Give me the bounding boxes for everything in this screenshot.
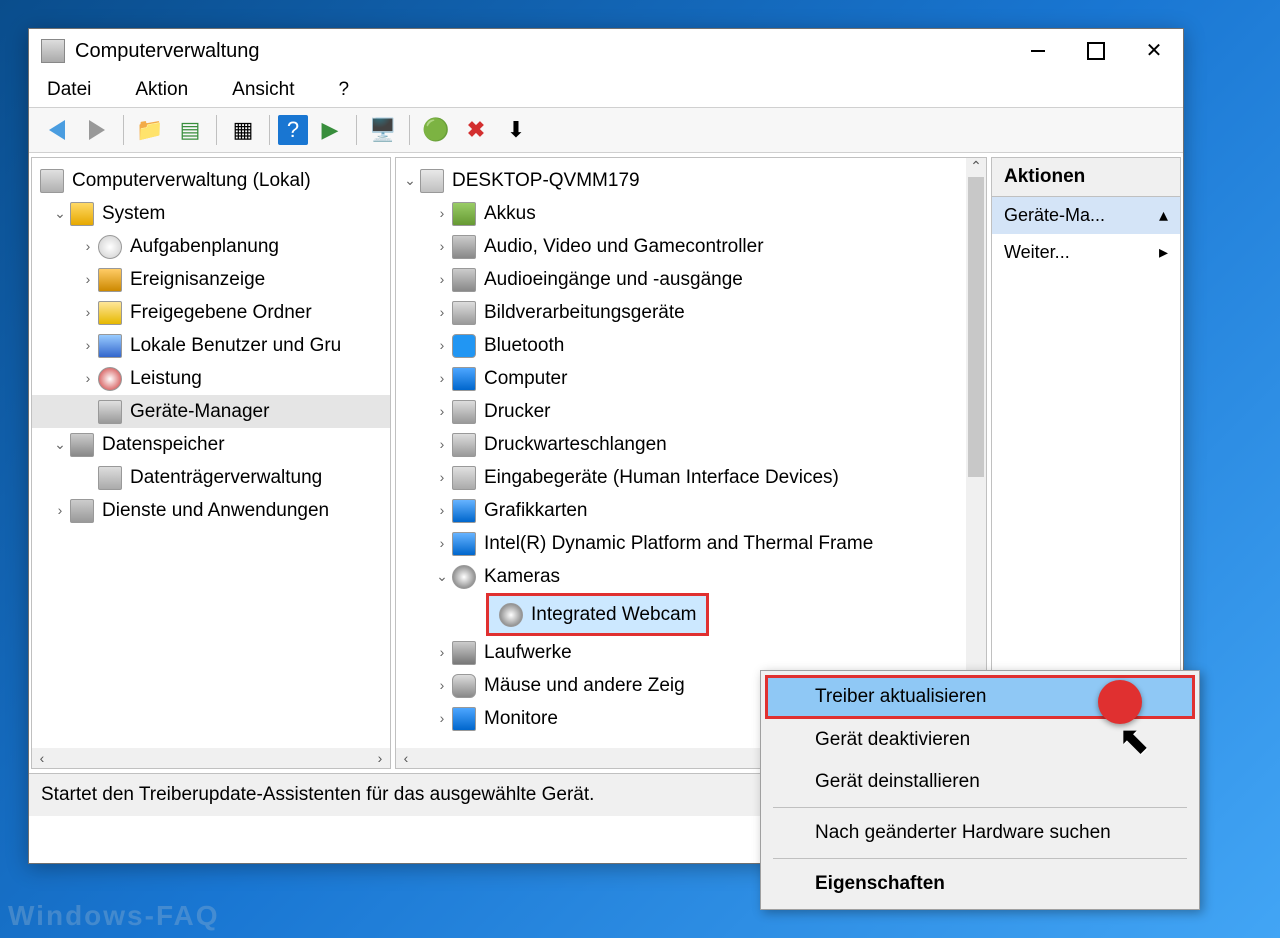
arrow-right-icon: ▸ <box>1159 242 1168 263</box>
dev-imaging[interactable]: ›Bildverarbeitungsgeräte <box>396 296 964 329</box>
pc-icon <box>420 169 444 193</box>
dev-root[interactable]: ⌄DESKTOP-QVMM179 <box>396 164 964 197</box>
back-button[interactable] <box>39 112 75 148</box>
action-more[interactable]: Weiter...▸ <box>992 234 1180 271</box>
close-button[interactable]: ✕ <box>1125 31 1183 71</box>
minimize-button[interactable] <box>1009 31 1067 71</box>
properties-button[interactable]: ▦ <box>225 112 261 148</box>
tools-icon <box>70 202 94 226</box>
action-button[interactable]: ▶ <box>312 112 348 148</box>
cursor-icon: ⬉ <box>1118 718 1150 763</box>
dev-drives[interactable]: ›Laufwerke <box>396 636 964 669</box>
tree-storage[interactable]: ⌄Datenspeicher <box>32 428 390 461</box>
battery-icon <box>452 202 476 226</box>
ctx-scan-hardware[interactable]: Nach geänderter Hardware suchen <box>765 812 1195 854</box>
tree-performance[interactable]: ›Leistung <box>32 362 390 395</box>
dev-computer[interactable]: ›Computer <box>396 362 964 395</box>
up-button[interactable]: 📁 <box>132 112 168 148</box>
watermark: Windows-FAQ <box>8 900 220 932</box>
chip-icon <box>452 532 476 556</box>
tree-eventviewer[interactable]: ›Ereignisanzeige <box>32 263 390 296</box>
dev-bluetooth[interactable]: ›Bluetooth <box>396 329 964 362</box>
computer-icon <box>40 169 64 193</box>
ctx-uninstall-device[interactable]: Gerät deinstallieren <box>765 761 1195 803</box>
tree-diskmgmt[interactable]: Datenträgerverwaltung <box>32 461 390 494</box>
print-queue-icon <box>452 433 476 457</box>
tree-root[interactable]: Computerverwaltung (Lokal) <box>32 164 390 197</box>
folder-icon <box>98 301 122 325</box>
help-button[interactable]: ? <box>278 115 308 145</box>
tree-shared[interactable]: ›Freigegebene Ordner <box>32 296 390 329</box>
menu-action[interactable]: Aktion <box>127 75 196 105</box>
ctx-separator <box>773 807 1187 808</box>
hid-icon <box>452 466 476 490</box>
tree-services[interactable]: ›Dienste und Anwendungen <box>32 494 390 527</box>
dev-webcam[interactable]: Integrated Webcam <box>396 593 964 636</box>
imaging-icon <box>452 301 476 325</box>
arrow-right-icon <box>89 120 105 140</box>
speaker-icon <box>452 235 476 259</box>
tree-users[interactable]: ›Lokale Benutzer und Gru <box>32 329 390 362</box>
mouse-icon <box>452 674 476 698</box>
printer-icon <box>452 400 476 424</box>
dev-intel[interactable]: ›Intel(R) Dynamic Platform and Thermal F… <box>396 527 964 560</box>
app-icon <box>41 39 65 63</box>
tree-device-manager[interactable]: Geräte-Manager <box>32 395 390 428</box>
dev-hid[interactable]: ›Eingabegeräte (Human Interface Devices) <box>396 461 964 494</box>
console-tree-pane: Computerverwaltung (Lokal) ⌄System ›Aufg… <box>31 157 391 769</box>
collapse-icon: ▴ <box>1159 205 1168 226</box>
update-button[interactable]: ⬇ <box>498 112 534 148</box>
monitor-icon <box>452 367 476 391</box>
scan-button[interactable]: 🖥️ <box>365 112 401 148</box>
menu-view[interactable]: Ansicht <box>224 75 302 105</box>
maximize-button[interactable] <box>1067 31 1125 71</box>
window-title: Computerverwaltung <box>75 40 1009 63</box>
device-manager-icon <box>98 400 122 424</box>
drive-icon <box>452 641 476 665</box>
clock-icon <box>98 235 122 259</box>
tree-system[interactable]: ⌄System <box>32 197 390 230</box>
arrow-left-icon <box>49 120 65 140</box>
disk-icon <box>98 466 122 490</box>
users-icon <box>98 334 122 358</box>
ctx-properties[interactable]: Eigenschaften <box>765 863 1195 905</box>
dev-cameras[interactable]: ⌄Kameras <box>396 560 964 593</box>
tree-scheduler[interactable]: ›Aufgabenplanung <box>32 230 390 263</box>
performance-icon <box>98 367 122 391</box>
toolbar: 📁 ▤ ▦ ? ▶ 🖥️ 🟢 ✖ ⬇ <box>29 107 1183 153</box>
bluetooth-icon <box>452 334 476 358</box>
dev-printqueue[interactable]: ›Druckwarteschlangen <box>396 428 964 461</box>
enable-button[interactable]: 🟢 <box>418 112 454 148</box>
show-hide-button[interactable]: ▤ <box>172 112 208 148</box>
ctx-separator <box>773 858 1187 859</box>
dev-avgame[interactable]: ›Audio, Video und Gamecontroller <box>396 230 964 263</box>
action-device-manager[interactable]: Geräte-Ma...▴ <box>992 197 1180 234</box>
actions-header: Aktionen <box>992 158 1180 197</box>
delete-button[interactable]: ✖ <box>458 112 494 148</box>
services-icon <box>70 499 94 523</box>
menu-file[interactable]: Datei <box>39 75 99 105</box>
dev-gpu[interactable]: ›Grafikkarten <box>396 494 964 527</box>
scrollbar-vertical[interactable]: ⌃ <box>966 158 986 748</box>
webcam-icon <box>499 603 523 627</box>
gpu-icon <box>452 499 476 523</box>
dev-audio[interactable]: ›Audioeingänge und -ausgänge <box>396 263 964 296</box>
menu-help[interactable]: ? <box>330 75 357 105</box>
dev-printers[interactable]: ›Drucker <box>396 395 964 428</box>
camera-icon <box>452 565 476 589</box>
audio-icon <box>452 268 476 292</box>
forward-button[interactable] <box>79 112 115 148</box>
titlebar[interactable]: Computerverwaltung ✕ <box>29 29 1183 73</box>
event-icon <box>98 268 122 292</box>
scrollbar-horizontal[interactable]: ‹› <box>32 748 390 768</box>
storage-icon <box>70 433 94 457</box>
menubar: Datei Aktion Ansicht ? <box>29 73 1183 107</box>
dev-battery[interactable]: ›Akkus <box>396 197 964 230</box>
display-icon <box>452 707 476 731</box>
